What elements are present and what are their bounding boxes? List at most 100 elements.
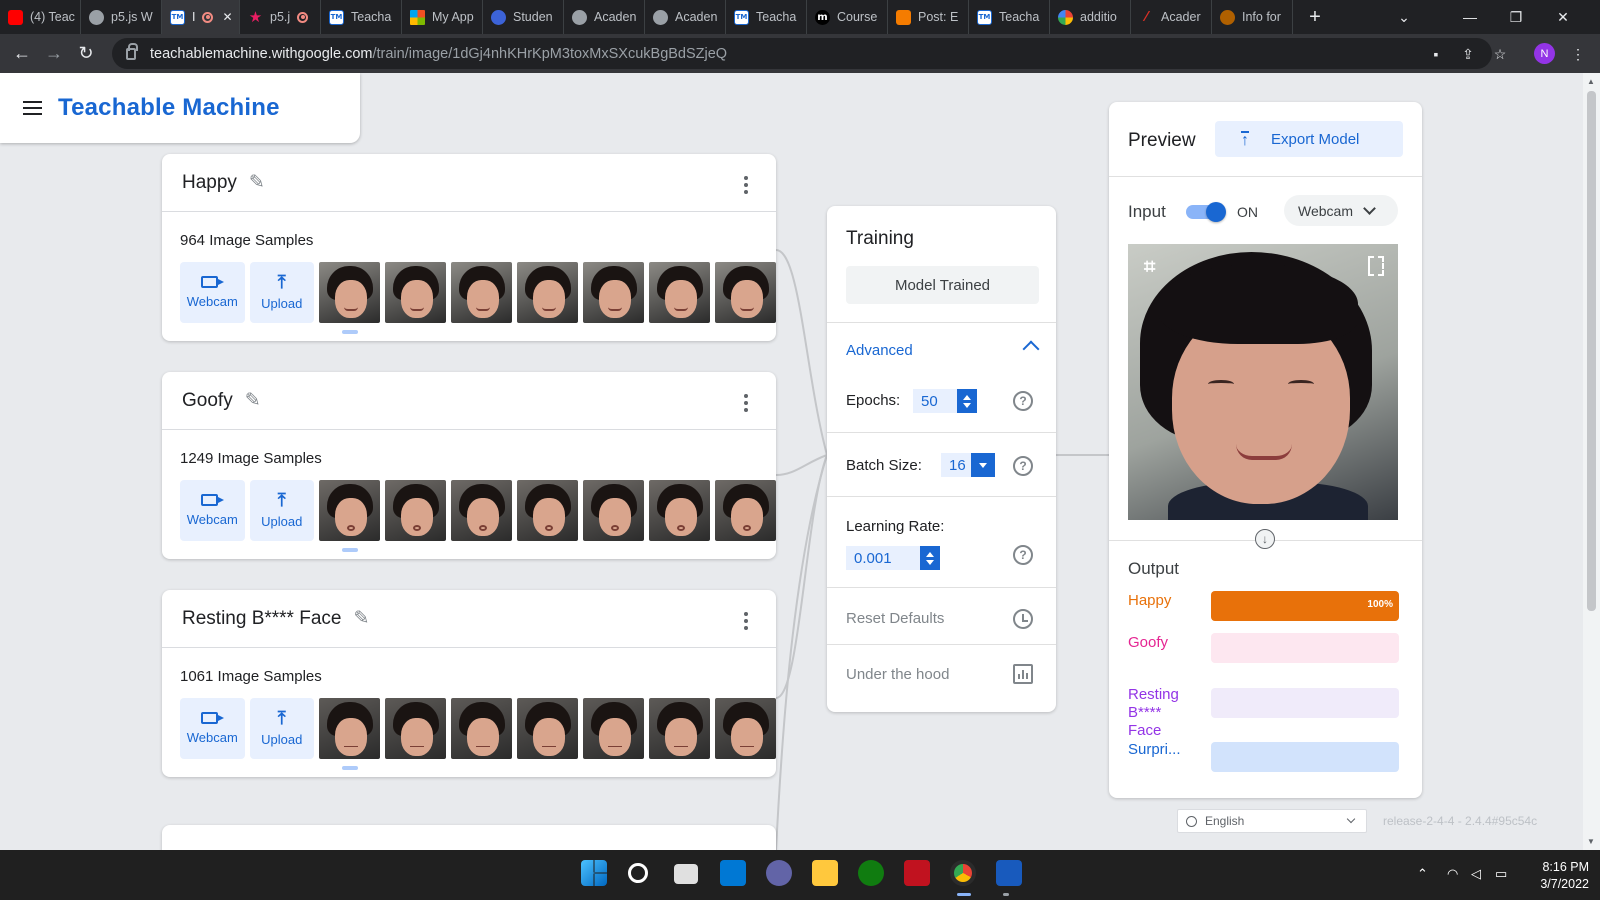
browser-tab[interactable]: TM Teacha [969, 0, 1050, 34]
batch-size-dropdown-icon[interactable] [971, 453, 995, 477]
class-name[interactable]: Resting B**** Face [182, 608, 341, 630]
scrollbar-thumb[interactable] [1587, 91, 1596, 611]
address-bar[interactable]: teachablemachine.withgoogle.com/train/im… [112, 38, 1492, 69]
camera-in-use-icon[interactable]: ▪ [1426, 46, 1446, 62]
browser-tab[interactable]: Post: E [888, 0, 969, 34]
sample-scroll-indicator[interactable] [342, 766, 358, 770]
browser-tab[interactable]: TM I ✕ [162, 0, 240, 34]
batch-size-help-icon[interactable]: ? [1013, 456, 1033, 476]
chevron-up-icon[interactable] [1022, 340, 1040, 358]
widgets-icon[interactable] [720, 860, 746, 886]
share-icon[interactable]: ⇪ [1458, 46, 1478, 63]
upload-button[interactable]: ⤒ Upload [249, 480, 314, 541]
sample-thumbnail[interactable] [451, 698, 512, 759]
export-model-button[interactable]: ↑ Export Model [1215, 121, 1403, 157]
browser-tab[interactable]: Studen [483, 0, 564, 34]
sample-scroll-indicator[interactable] [342, 330, 358, 334]
browser-tab[interactable]: p5.js W [81, 0, 162, 34]
sample-thumbnail[interactable] [385, 262, 446, 323]
browser-tab[interactable]: TM Teacha [321, 0, 402, 34]
edit-pencil-icon[interactable]: ✎ [245, 389, 261, 412]
scroll-down-icon[interactable]: ▼ [1587, 837, 1595, 846]
advanced-toggle[interactable]: Advanced [846, 342, 913, 359]
browser-tab[interactable]: m Course [807, 0, 888, 34]
close-tab-icon[interactable]: ✕ [222, 10, 232, 24]
sample-thumbnail[interactable] [649, 480, 710, 541]
sample-thumbnail[interactable] [319, 262, 380, 323]
file-explorer-icon[interactable] [812, 860, 838, 886]
search-icon[interactable] [628, 863, 648, 883]
edit-pencil-icon[interactable]: ✎ [249, 171, 265, 194]
epochs-input[interactable]: 50 [913, 389, 957, 413]
xbox-icon[interactable] [858, 860, 884, 886]
app-icon[interactable] [904, 860, 930, 886]
learning-rate-input[interactable]: 0.001 [846, 546, 920, 570]
browser-tab[interactable]: (4) Teac [0, 0, 81, 34]
task-view-icon[interactable] [674, 864, 698, 884]
chrome-icon[interactable] [950, 860, 976, 886]
sample-thumbnail[interactable] [715, 698, 776, 759]
learning-rate-help-icon[interactable]: ? [1013, 545, 1033, 565]
learning-rate-stepper[interactable] [920, 546, 940, 570]
under-the-hood-button[interactable]: Under the hood [846, 666, 949, 683]
sample-thumbnail[interactable] [451, 262, 512, 323]
sample-thumbnail[interactable] [385, 698, 446, 759]
batch-size-select[interactable]: 16 [941, 453, 971, 477]
sample-scroll-indicator[interactable] [342, 548, 358, 552]
upload-button[interactable]: ⤒ Upload [249, 698, 314, 759]
browser-tab[interactable]: Info for [1212, 0, 1293, 34]
scroll-up-icon[interactable]: ▲ [1587, 77, 1595, 86]
more-options-icon[interactable] [744, 176, 748, 194]
browser-tab[interactable]: Acaden [645, 0, 726, 34]
input-source-select[interactable]: Webcam [1284, 195, 1398, 226]
sample-thumbnail[interactable] [517, 480, 578, 541]
sample-thumbnail[interactable] [451, 480, 512, 541]
sample-thumbnail[interactable] [583, 480, 644, 541]
sample-thumbnail[interactable] [649, 262, 710, 323]
minimize-icon[interactable]: — [1447, 0, 1493, 34]
sample-thumbnail[interactable] [715, 262, 776, 323]
flip-icon[interactable] [1368, 256, 1384, 276]
sample-thumbnail[interactable] [319, 698, 380, 759]
word-icon[interactable] [996, 860, 1022, 886]
language-select[interactable]: English [1177, 809, 1367, 833]
system-clock[interactable]: 8:16 PM 3/7/2022 [1533, 859, 1589, 893]
sample-thumbnail[interactable] [319, 480, 380, 541]
browser-tab[interactable]: Acaden [564, 0, 645, 34]
close-icon[interactable]: ✕ [1540, 0, 1586, 34]
epochs-help-icon[interactable]: ? [1013, 391, 1033, 411]
chat-icon[interactable] [766, 860, 792, 886]
new-tab-button[interactable]: + [1303, 6, 1327, 29]
sample-thumbnail[interactable] [517, 698, 578, 759]
bookmark-star-icon[interactable]: ☆ [1490, 46, 1510, 63]
bar-chart-icon[interactable] [1013, 664, 1033, 684]
wifi-icon[interactable]: ◠ [1447, 866, 1458, 882]
crop-icon[interactable]: ⌗ [1144, 256, 1155, 279]
sample-thumbnail[interactable] [649, 698, 710, 759]
battery-icon[interactable]: ▭ [1495, 866, 1507, 882]
chevron-up-icon[interactable]: ⌃ [1417, 866, 1428, 882]
back-icon[interactable]: ← [6, 38, 38, 70]
browser-tab[interactable]: TM Teacha [726, 0, 807, 34]
sample-thumbnail[interactable] [583, 262, 644, 323]
upload-button[interactable]: ⤒ Upload [249, 262, 314, 323]
more-options-icon[interactable] [744, 394, 748, 412]
edit-pencil-icon[interactable]: ✎ [353, 607, 369, 630]
browser-tab[interactable]: ⁄ Acader [1131, 0, 1212, 34]
browser-tab[interactable]: ★ p5.j [240, 0, 321, 34]
input-toggle[interactable] [1186, 202, 1226, 222]
profile-avatar[interactable]: N [1534, 43, 1555, 64]
browser-tab[interactable]: My App [402, 0, 483, 34]
webcam-button[interactable]: Webcam [180, 480, 245, 541]
browser-tab[interactable]: additio [1050, 0, 1131, 34]
history-icon[interactable] [1013, 609, 1033, 629]
train-model-button[interactable]: Model Trained [846, 266, 1039, 304]
reset-defaults-button[interactable]: Reset Defaults [846, 610, 944, 627]
sample-thumbnail[interactable] [517, 262, 578, 323]
class-name[interactable]: Happy [182, 172, 237, 194]
forward-icon[interactable]: → [38, 38, 70, 70]
reload-icon[interactable]: ↻ [70, 38, 102, 70]
volume-icon[interactable]: ◁ [1471, 866, 1481, 882]
restore-icon[interactable]: ❐ [1493, 0, 1539, 34]
page-scrollbar[interactable]: ▲ ▼ [1583, 73, 1600, 850]
